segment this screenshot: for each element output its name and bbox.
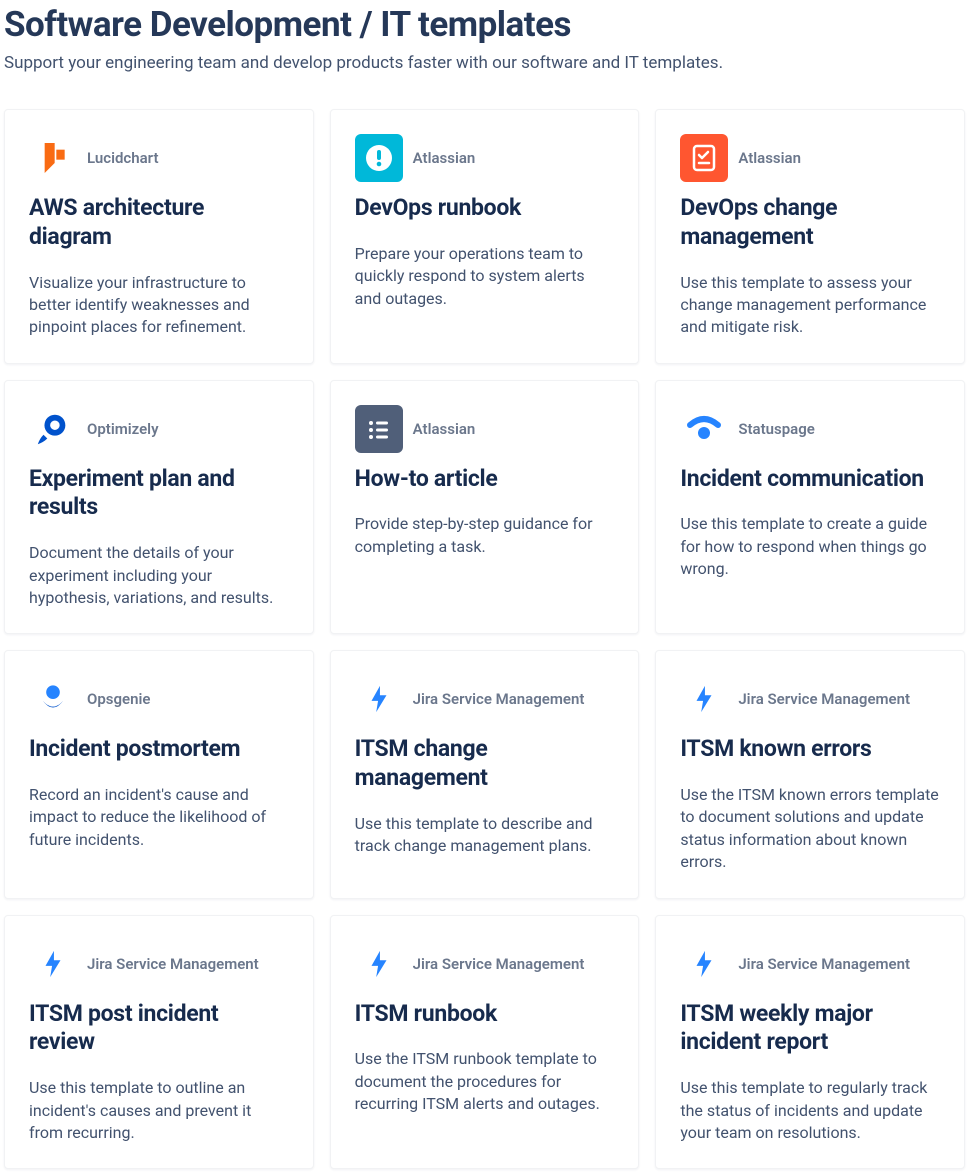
lucidchart-icon xyxy=(29,134,77,182)
jsm-icon xyxy=(355,940,403,988)
vendor-label: Statuspage xyxy=(738,420,814,438)
optimizely-icon xyxy=(29,405,77,453)
template-card-incident-postmortem[interactable]: Opsgenie Incident postmortem Record an inc… xyxy=(4,650,314,898)
template-card-devops-runbook[interactable]: Atlassian DevOps runbook Prepare your oper… xyxy=(330,109,640,364)
card-description: Visualize your infrastructure to better … xyxy=(29,272,289,339)
page-title: Software Development / IT templates xyxy=(4,4,965,45)
jsm-icon xyxy=(355,675,403,723)
template-card-itsm-runbook[interactable]: Jira Service Management ITSM runbook Use t… xyxy=(330,915,640,1170)
card-header: Atlassian xyxy=(680,134,940,182)
card-header: Optimizely xyxy=(29,405,289,453)
card-header: Atlassian xyxy=(355,405,615,453)
card-description: Document the details of your experiment … xyxy=(29,542,289,609)
vendor-label: Jira Service Management xyxy=(413,690,585,708)
template-card-experiment-plan-and-results[interactable]: Optimizely Experiment plan and results Doc… xyxy=(4,380,314,635)
vendor-label: Atlassian xyxy=(413,149,476,167)
card-header: Lucidchart xyxy=(29,134,289,182)
card-title: ITSM runbook xyxy=(355,1000,615,1029)
card-title: DevOps change management xyxy=(680,194,940,252)
vendor-label: Jira Service Management xyxy=(87,955,259,973)
jsm-icon xyxy=(680,940,728,988)
card-title: Experiment plan and results xyxy=(29,465,289,523)
template-card-itsm-change-management[interactable]: Jira Service Management ITSM change manag… xyxy=(330,650,640,898)
card-title: How-to article xyxy=(355,465,615,494)
vendor-label: Jira Service Management xyxy=(738,690,910,708)
vendor-label: Lucidchart xyxy=(87,149,159,167)
card-title: ITSM known errors xyxy=(680,735,940,764)
card-description: Provide step-by-step guidance for comple… xyxy=(355,513,615,558)
vendor-label: Jira Service Management xyxy=(413,955,585,973)
statuspage-icon xyxy=(680,405,728,453)
card-header: Jira Service Management xyxy=(355,940,615,988)
jsm-icon xyxy=(680,675,728,723)
vendor-label: Opsgenie xyxy=(87,690,150,708)
card-header: Opsgenie xyxy=(29,675,289,723)
template-card-how-to-article[interactable]: Atlassian How-to article Provide step-by-s… xyxy=(330,380,640,635)
card-title: Incident communication xyxy=(680,465,940,494)
template-card-itsm-weekly-major-incident-report[interactable]: Jira Service Management ITSM weekly major… xyxy=(655,915,965,1170)
vendor-label: Atlassian xyxy=(738,149,801,167)
page-subtitle: Support your engineering team and develo… xyxy=(4,53,965,73)
template-card-incident-communication[interactable]: Statuspage Incident communication Use this… xyxy=(655,380,965,635)
vendor-label: Optimizely xyxy=(87,420,159,438)
card-title: AWS architecture diagram xyxy=(29,194,289,252)
card-description: Use the ITSM runbook template to documen… xyxy=(355,1048,615,1115)
vendor-label: Jira Service Management xyxy=(738,955,910,973)
card-header: Jira Service Management xyxy=(355,675,615,723)
card-header: Jira Service Management xyxy=(680,675,940,723)
card-description: Use this template to create a guide for … xyxy=(680,513,940,580)
card-header: Jira Service Management xyxy=(680,940,940,988)
card-title: Incident postmortem xyxy=(29,735,289,764)
card-description: Use this template to regularly track the… xyxy=(680,1077,940,1144)
checklist-red-icon xyxy=(680,134,728,182)
template-card-devops-change-management[interactable]: Atlassian DevOps change management Use thi… xyxy=(655,109,965,364)
template-card-itsm-known-errors[interactable]: Jira Service Management ITSM known errors… xyxy=(655,650,965,898)
card-header: Jira Service Management xyxy=(29,940,289,988)
card-description: Use this template to assess your change … xyxy=(680,272,940,339)
opsgenie-icon xyxy=(29,675,77,723)
card-description: Use the ITSM known errors template to do… xyxy=(680,784,940,874)
card-description: Use this template to describe and track … xyxy=(355,813,615,858)
card-title: ITSM post incident review xyxy=(29,1000,289,1058)
card-description: Record an incident's cause and impact to… xyxy=(29,784,289,851)
card-title: DevOps runbook xyxy=(355,194,615,223)
card-title: ITSM weekly major incident report xyxy=(680,1000,940,1058)
card-description: Prepare your operations team to quickly … xyxy=(355,243,615,310)
template-grid: Lucidchart AWS architecture diagram Visual… xyxy=(4,109,965,1169)
exclaim-icon xyxy=(355,134,403,182)
list-gray-icon xyxy=(355,405,403,453)
card-title: ITSM change management xyxy=(355,735,615,793)
template-card-aws-architecture-diagram[interactable]: Lucidchart AWS architecture diagram Visual… xyxy=(4,109,314,364)
card-header: Atlassian xyxy=(355,134,615,182)
vendor-label: Atlassian xyxy=(413,420,476,438)
card-description: Use this template to outline an incident… xyxy=(29,1077,289,1144)
jsm-icon xyxy=(29,940,77,988)
template-card-itsm-post-incident-review[interactable]: Jira Service Management ITSM post inciden… xyxy=(4,915,314,1170)
card-header: Statuspage xyxy=(680,405,940,453)
